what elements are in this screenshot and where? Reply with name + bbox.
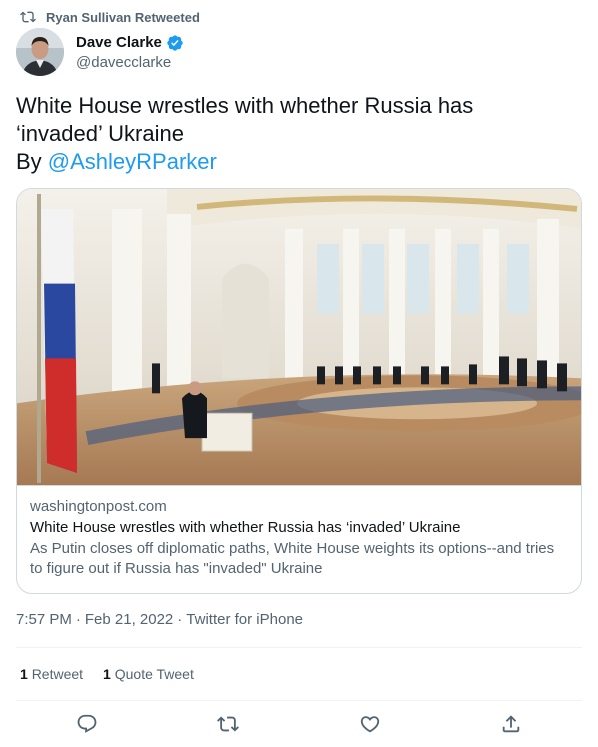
tweet-time[interactable]: 7:57 PM [16, 611, 72, 628]
avatar[interactable] [16, 28, 64, 76]
quote-count-link[interactable]: 1 Quote Tweet [103, 666, 194, 682]
share-button[interactable] [493, 706, 529, 742]
tweet-source[interactable]: Twitter for iPhone [186, 611, 303, 628]
quote-count: 1 [103, 666, 111, 682]
share-icon [503, 715, 520, 733]
reply-icon [77, 714, 97, 733]
meta-separator: · [177, 611, 183, 628]
card-domain: washingtonpost.com [30, 498, 167, 515]
retweet-count-label: Retweet [31, 666, 84, 682]
tweet-text-line: White House wrestles with whether Russia… [16, 93, 474, 118]
retweet-count-link[interactable]: 1 Retweet [20, 666, 83, 682]
verified-badge-icon [167, 34, 183, 51]
retweet-icon [20, 11, 36, 23]
author-name[interactable]: Dave Clarke [76, 34, 162, 51]
card-title: White House wrestles with whether Russia… [30, 519, 461, 536]
tweet-text-line: ‘invaded’ Ukraine [16, 121, 184, 146]
meta-separator: · [75, 611, 81, 628]
avatar-photo [16, 28, 64, 76]
card-description: As Putin closes off diplomatic paths, Wh… [30, 540, 555, 577]
divider [16, 647, 582, 648]
link-card[interactable]: washingtonpost.com White House wrestles … [16, 188, 582, 594]
card-image[interactable] [17, 189, 582, 486]
retweet-button[interactable] [210, 706, 246, 742]
divider [16, 700, 582, 701]
tweet-text: White House wrestles with whether Russia… [16, 92, 582, 176]
quote-count-label: Quote Tweet [114, 666, 194, 682]
retweet-header-text[interactable]: Ryan Sullivan Retweeted [46, 10, 200, 25]
tweet-author: Dave Clarke @davecclarke [16, 28, 184, 76]
tweet-actions [16, 706, 582, 742]
mention-link[interactable]: @AshleyRParker [48, 149, 217, 174]
tweet-by: By [16, 149, 48, 174]
tweet-stats: 1 Retweet 1 Quote Tweet [20, 666, 194, 682]
retweet-header: Ryan Sullivan Retweeted [20, 8, 200, 26]
like-icon [360, 716, 379, 733]
author-handle[interactable]: @davecclarke [76, 54, 184, 71]
retweet-icon [217, 716, 240, 732]
tweet-date[interactable]: Feb 21, 2022 [85, 611, 173, 628]
reply-button[interactable] [69, 706, 105, 742]
like-button[interactable] [352, 706, 388, 742]
tweet-meta: 7:57 PM · Feb 21, 2022 · Twitter for iPh… [16, 611, 303, 628]
retweet-count: 1 [20, 666, 28, 682]
